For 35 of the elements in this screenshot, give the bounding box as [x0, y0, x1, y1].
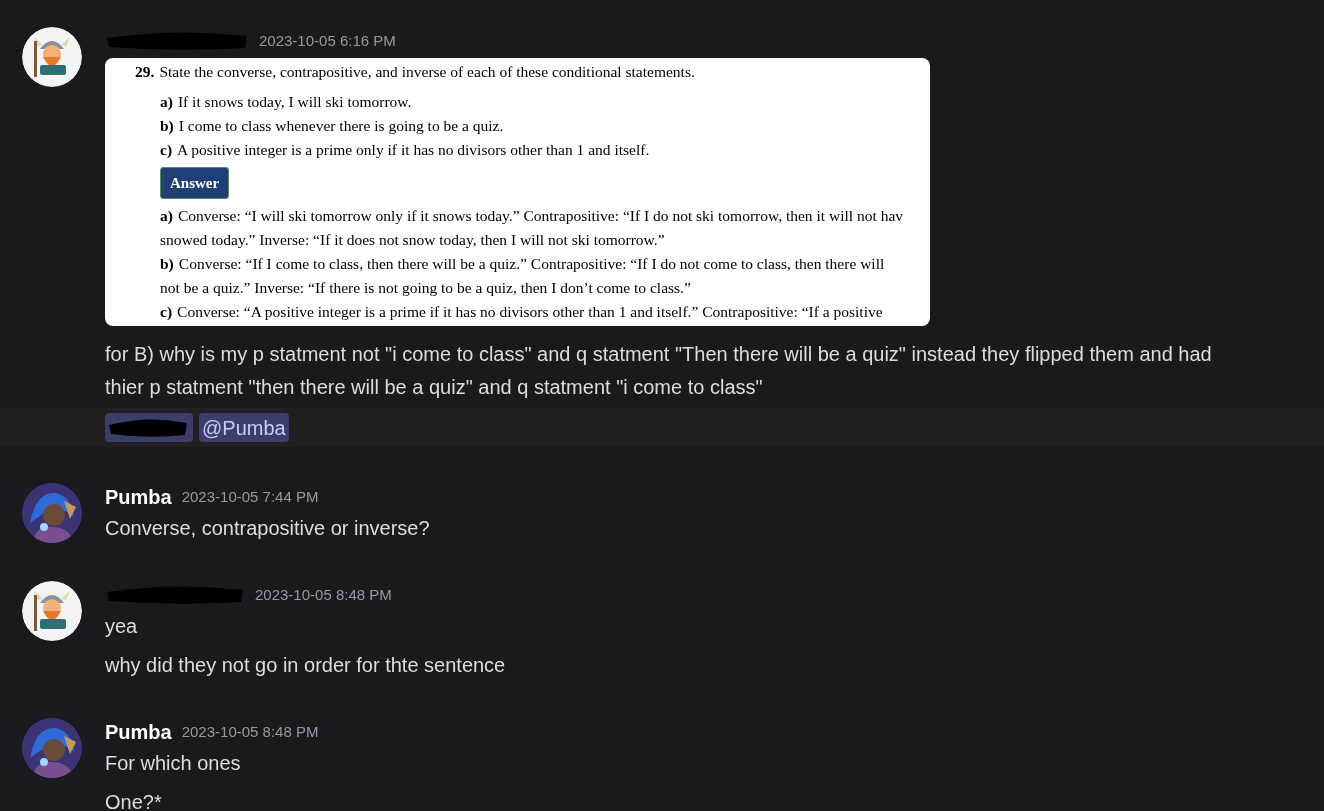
avatar: [22, 483, 82, 543]
timestamp: 2023-10-05 7:44 PM: [181, 486, 319, 507]
message-text: for B) why is my p statment not "i come to class" and q statment "Then there will be a quiz" instead they flipped them and had thier p statment "then there will be a quiz" and q statment "i come to class": [105, 342, 1213, 400]
avatar: [22, 581, 82, 641]
timestamp: 2023-10-05 8:48 PM: [181, 721, 319, 742]
problem-text: State the converse, contrapositive, and inverse of each of these conditional statements.: [159, 62, 695, 82]
answer-label: b): [160, 254, 174, 274]
avatar: [22, 718, 82, 778]
item-text: If it snows today, I will ski tomorrow.: [177, 92, 412, 112]
avatar: [22, 27, 82, 87]
item-label: b): [160, 116, 174, 136]
timestamp: 2023-10-05 6:16 PM: [259, 30, 396, 51]
item-text: I come to class whenever there is going to be a quiz.: [178, 116, 504, 136]
message-text: why did they not go in order for thte sentence: [105, 653, 507, 678]
timestamp: 2023-10-05 8:48 PM: [255, 584, 392, 605]
message-text: Converse, contrapositive or inverse?: [105, 516, 431, 541]
problem-number: 29.: [135, 62, 155, 82]
item-label: c): [160, 140, 173, 160]
message-text: yea: [105, 614, 139, 639]
answer-button[interactable]: Answer: [160, 167, 230, 199]
answer-text: not be a quiz.” Inverse: “If there is not going to be a quiz, then I don’t come to class.”: [160, 278, 691, 298]
message-text: For which ones: [105, 751, 242, 776]
answer-label: a): [160, 206, 173, 226]
author-name[interactable]: Pumba: [105, 482, 172, 512]
answer-text: Converse: “A positive integer is a prime if it has no divisors other than 1 and itself.” Contrapositive: “If a positive: [177, 302, 883, 322]
message-text: One?*: [105, 790, 163, 811]
item-label: a): [160, 92, 173, 112]
mention-chip[interactable]: @Pumba: [199, 413, 289, 442]
item-text: A positive integer is a prime only if it has no divisors other than 1 and itself.: [177, 140, 650, 160]
attached-image[interactable]: [105, 58, 930, 326]
author-name[interactable]: Pumba: [105, 717, 172, 747]
answer-text: Converse: “I will ski tomorrow only if it snows today.” Contrapositive: “If I do not ski tomorrow, then it will not hav: [177, 206, 904, 226]
answer-text: snowed today.” Inverse: “If it does not snow today, then I will not ski tomorrow.”: [160, 230, 665, 250]
answer-text: Converse: “If I come to class, then there will be a quiz.” Contrapositive: “If I do not come to class, then there will: [178, 254, 885, 274]
answer-label: c): [160, 302, 173, 322]
